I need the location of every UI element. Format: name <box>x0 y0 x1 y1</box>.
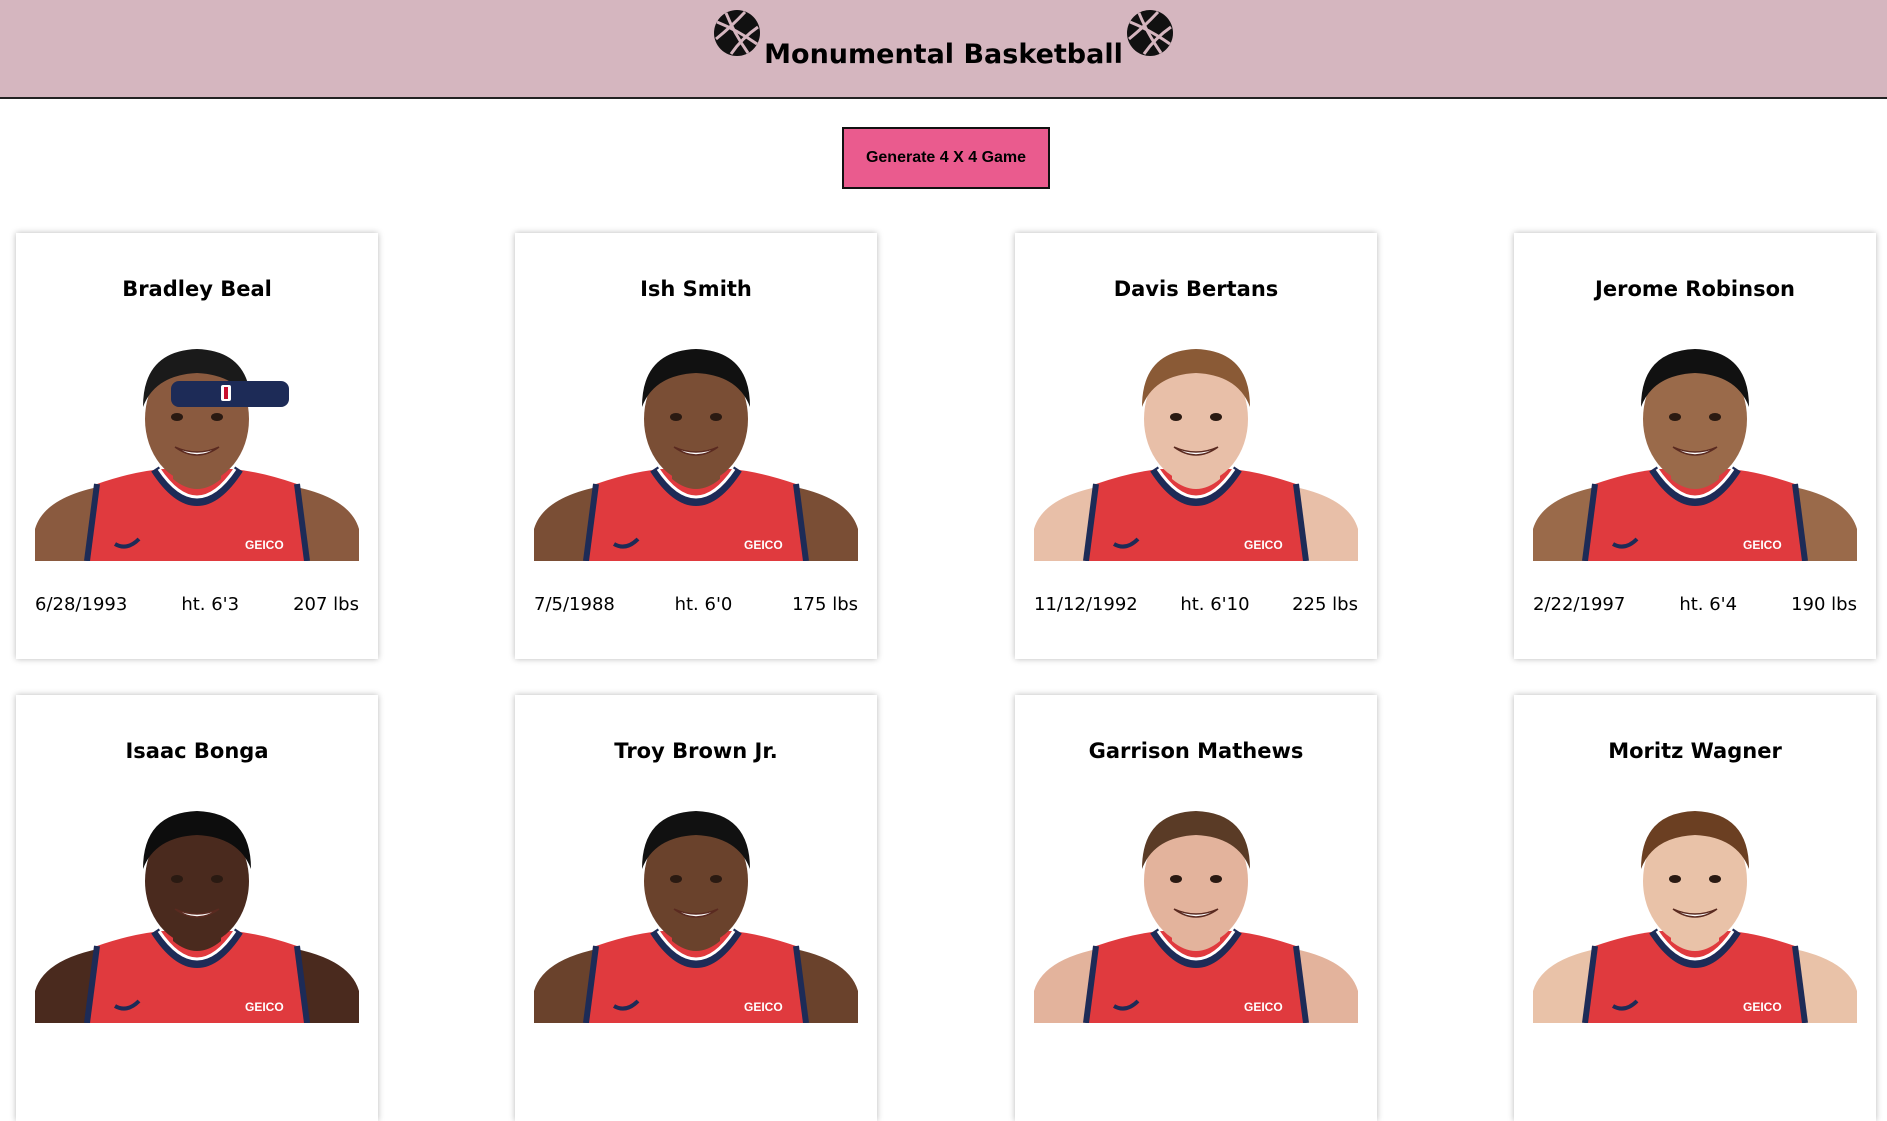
player-headshot: GEICO <box>534 329 858 561</box>
player-weight: 175 lbs <box>792 594 858 615</box>
player-stats: 6/28/1993 ht. 6'3 207 lbs <box>35 594 359 615</box>
svg-text:GEICO: GEICO <box>245 538 284 552</box>
player-name: Troy Brown Jr. <box>614 739 778 763</box>
player-dob: 7/5/1988 <box>534 594 615 615</box>
player-height: ht. 6'10 <box>1180 594 1250 615</box>
player-card: Troy Brown Jr. GEICO <box>515 695 877 1121</box>
player-name: Bradley Beal <box>122 277 272 301</box>
player-card: Ish Smith GEICO 7/5/1988 ht. 6'0 175 lbs <box>515 233 877 659</box>
player-card: Isaac Bonga GEICO <box>16 695 378 1121</box>
player-card: Davis Bertans GEICO 11/12/1992 ht. 6'10 22… <box>1015 233 1377 659</box>
player-name: Garrison Mathews <box>1088 739 1304 763</box>
player-stats: 11/12/1992 ht. 6'10 225 lbs <box>1034 594 1358 615</box>
player-dob: 6/28/1993 <box>35 594 128 615</box>
basketball-icon <box>712 8 762 58</box>
player-name: Isaac Bonga <box>125 739 269 763</box>
player-height: ht. 6'3 <box>181 594 240 615</box>
svg-text:GEICO: GEICO <box>1244 538 1283 552</box>
basketball-icon <box>1125 8 1175 58</box>
player-weight: 207 lbs <box>293 594 359 615</box>
player-headshot: GEICO <box>534 791 858 1023</box>
player-weight: 225 lbs <box>1292 594 1358 615</box>
player-weight: 190 lbs <box>1791 594 1857 615</box>
player-headshot: GEICO <box>35 329 359 561</box>
player-headshot: GEICO <box>1533 329 1857 561</box>
player-height: ht. 6'4 <box>1679 594 1738 615</box>
player-card: Garrison Mathews GEICO <box>1015 695 1377 1121</box>
player-name: Jerome Robinson <box>1595 277 1795 301</box>
svg-text:GEICO: GEICO <box>245 1000 284 1014</box>
player-stats: 7/5/1988 ht. 6'0 175 lbs <box>534 594 858 615</box>
svg-text:GEICO: GEICO <box>744 1000 783 1014</box>
player-headshot: GEICO <box>1034 791 1358 1023</box>
player-stats: 2/22/1997 ht. 6'4 190 lbs <box>1533 594 1857 615</box>
player-headshot: GEICO <box>1533 791 1857 1023</box>
player-card: Moritz Wagner GEICO <box>1514 695 1876 1121</box>
site-header: Monumental Basketball <box>0 0 1887 99</box>
svg-text:GEICO: GEICO <box>1743 1000 1782 1014</box>
player-height: ht. 6'0 <box>674 594 733 615</box>
player-card: Jerome Robinson GEICO 2/22/1997 ht. 6'4 19… <box>1514 233 1876 659</box>
svg-text:GEICO: GEICO <box>744 538 783 552</box>
player-card: Bradley Beal GEICO 6/28/1993 ht. 6'3 207 l… <box>16 233 378 659</box>
svg-text:GEICO: GEICO <box>1244 1000 1283 1014</box>
player-name: Davis Bertans <box>1113 277 1279 301</box>
header-title-row: Monumental Basketball <box>0 8 1887 68</box>
player-headshot: GEICO <box>1034 329 1358 561</box>
generate-game-button[interactable]: Generate 4 X 4 Game <box>842 127 1050 189</box>
player-headshot: GEICO <box>35 791 359 1023</box>
player-name: Ish Smith <box>640 277 752 301</box>
svg-text:GEICO: GEICO <box>1743 538 1782 552</box>
player-dob: 2/22/1997 <box>1533 594 1626 615</box>
player-name: Moritz Wagner <box>1608 739 1782 763</box>
site-title: Monumental Basketball <box>764 39 1123 70</box>
player-dob: 11/12/1992 <box>1034 594 1138 615</box>
